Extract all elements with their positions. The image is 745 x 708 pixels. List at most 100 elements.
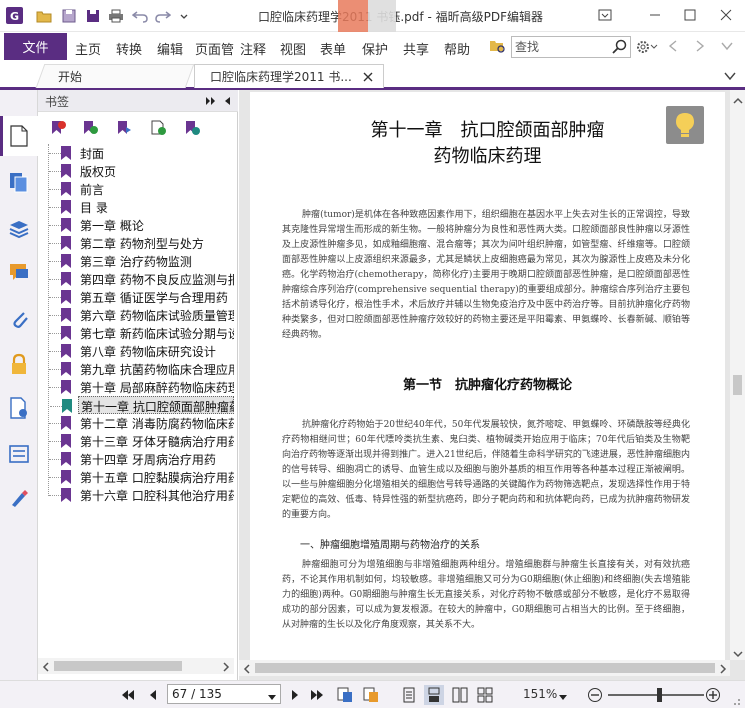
expand-bookmark-icon[interactable] xyxy=(116,120,132,136)
bookmark-item[interactable]: 第九章 抗菌药物临床合理应用 xyxy=(38,360,234,378)
expand-panel-icon[interactable] xyxy=(205,95,217,109)
insert-pages-icon[interactable] xyxy=(363,687,379,703)
tab-protect[interactable]: 保护 xyxy=(362,39,388,58)
doc-scroll-right-icon[interactable] xyxy=(719,663,727,677)
tab-view[interactable]: 视图 xyxy=(280,39,306,58)
minimize-button[interactable] xyxy=(644,4,666,26)
scroll-down-icon[interactable] xyxy=(733,647,743,661)
add-bookmark-icon[interactable] xyxy=(82,120,98,136)
pages-panel-icon[interactable] xyxy=(7,170,31,194)
tab-edit[interactable]: 编辑 xyxy=(157,39,183,58)
document-horizontal-scrollbar[interactable] xyxy=(239,660,730,676)
fields-panel-icon[interactable] xyxy=(7,442,31,466)
bookmark-horizontal-scrollbar[interactable] xyxy=(38,658,234,674)
comments-panel-icon[interactable] xyxy=(7,260,31,284)
layers-panel-icon[interactable] xyxy=(7,216,31,240)
bookmark-item[interactable]: 第十五章 口腔黏膜病治疗用药 xyxy=(38,468,234,486)
zoom-slider-handle[interactable] xyxy=(657,688,662,702)
bookmark-item[interactable]: 封面 xyxy=(38,144,234,162)
customize-chevron-down-icon[interactable] xyxy=(175,7,192,24)
zoom-out-icon[interactable] xyxy=(587,687,603,703)
content-search-icon[interactable] xyxy=(7,396,31,420)
previous-page-icon[interactable] xyxy=(145,687,161,703)
file-menu-button[interactable]: 文件 xyxy=(4,33,67,60)
tab-list-chevron-down-icon[interactable] xyxy=(724,70,736,84)
save-icon[interactable] xyxy=(60,7,77,24)
app-logo-icon[interactable]: G xyxy=(6,7,23,24)
attachments-paperclip-icon[interactable] xyxy=(7,306,31,330)
continuous-facing-view-icon[interactable] xyxy=(477,687,493,703)
bookmark-item[interactable]: 第十一章 抗口腔颌面部肿瘤药物 xyxy=(50,396,234,414)
scroll-right-icon[interactable] xyxy=(222,661,230,675)
delete-bookmark-icon[interactable] xyxy=(50,120,66,136)
extract-pages-icon[interactable] xyxy=(337,687,353,703)
facing-view-icon[interactable] xyxy=(452,687,468,703)
bookmark-item[interactable]: 版权页 xyxy=(38,162,234,180)
continuous-view-icon[interactable] xyxy=(424,685,444,705)
document-vertical-scrollbar[interactable] xyxy=(730,90,745,660)
search-icon[interactable] xyxy=(612,39,627,57)
tab-document-label[interactable]: 口腔临床药理学2011 书... xyxy=(210,68,352,90)
bookmark-item[interactable]: 第十二章 消毒防腐药物临床药理 xyxy=(38,414,234,432)
tab-start[interactable]: 开始 xyxy=(58,68,82,90)
bookmark-item[interactable]: 前言 xyxy=(38,180,234,198)
scroll-left-icon[interactable] xyxy=(42,661,50,675)
redo-icon[interactable] xyxy=(154,7,171,24)
scroll-up-icon[interactable] xyxy=(733,94,743,108)
zoom-in-icon[interactable] xyxy=(705,687,721,703)
folder-search-icon[interactable] xyxy=(489,38,507,54)
lightbulb-icon[interactable] xyxy=(666,106,704,144)
document-view[interactable]: 第十一章 抗口腔颌面部肿瘤 药物临床药理 肿瘤(tumor)是机体在各种致癌因素… xyxy=(239,90,745,680)
zoom-dropdown-icon[interactable] xyxy=(559,690,567,704)
next-arrow-icon[interactable] xyxy=(695,40,705,55)
save-as-icon[interactable] xyxy=(84,7,101,24)
document-scroll-thumb[interactable] xyxy=(733,375,742,395)
collapse-panel-icon[interactable] xyxy=(223,95,231,109)
previous-arrow-icon[interactable] xyxy=(668,40,678,55)
bookmark-item[interactable]: 第三章 治疗药物监测 xyxy=(38,252,234,270)
doc-hscroll-thumb[interactable] xyxy=(255,663,715,673)
search-input[interactable] xyxy=(512,37,608,57)
restore-ribbon-icon[interactable] xyxy=(594,4,616,26)
bookmark-item[interactable]: 第二章 药物剂型与处方 xyxy=(38,234,234,252)
tab-convert[interactable]: 转换 xyxy=(116,39,142,58)
open-folder-icon[interactable] xyxy=(35,7,52,24)
tab-form[interactable]: 表单 xyxy=(320,39,346,58)
single-page-view-icon[interactable] xyxy=(401,687,417,703)
doc-scroll-left-icon[interactable] xyxy=(243,663,251,677)
close-button[interactable] xyxy=(715,4,737,26)
bookmark-item[interactable]: 第七章 新药临床试验分期与设计 xyxy=(38,324,234,342)
bookmark-item[interactable]: 第一章 概论 xyxy=(38,216,234,234)
bookmark-item[interactable]: 第十三章 牙体牙髓病治疗用药 xyxy=(38,432,234,450)
tab-home[interactable]: 主页 xyxy=(75,39,101,58)
bookmark-panel-icon[interactable] xyxy=(7,124,31,148)
bookmark-item[interactable]: 目 录 xyxy=(38,198,234,216)
bookmark-scroll-thumb[interactable] xyxy=(54,661,182,671)
bookmark-item[interactable]: 第十四章 牙周病治疗用药 xyxy=(38,450,234,468)
bookmark-item[interactable]: 第六章 药物临床试验质量管理规范 xyxy=(38,306,234,324)
close-tab-icon[interactable] xyxy=(363,71,373,85)
page-number-field[interactable]: 67 / 135 xyxy=(167,684,281,704)
maximize-button[interactable] xyxy=(679,4,701,26)
print-icon[interactable] xyxy=(107,7,124,24)
bookmark-item[interactable]: 第十六章 口腔科其他治疗用药 xyxy=(38,486,234,504)
page-dropdown-icon[interactable] xyxy=(268,690,276,704)
security-lock-icon[interactable] xyxy=(7,352,31,376)
tab-comment[interactable]: 注释 xyxy=(240,39,266,58)
bookmark-item[interactable]: 第十章 局部麻醉药物临床药理 xyxy=(38,378,234,396)
tab-share[interactable]: 共享 xyxy=(403,39,429,58)
first-page-icon[interactable] xyxy=(120,687,136,703)
undo-icon[interactable] xyxy=(131,7,148,24)
zoom-level[interactable]: 151% xyxy=(523,687,557,701)
last-page-icon[interactable] xyxy=(309,687,325,703)
collapse-chevron-down-icon[interactable] xyxy=(720,40,734,55)
bookmark-item[interactable]: 第五章 循证医学与合理用药 xyxy=(38,288,234,306)
zoom-slider-track[interactable] xyxy=(608,694,704,696)
tab-help[interactable]: 帮助 xyxy=(444,39,470,58)
bookmark-item[interactable]: 第八章 药物临床研究设计 xyxy=(38,342,234,360)
bookmark-options-icon[interactable] xyxy=(184,120,200,136)
next-page-icon[interactable] xyxy=(287,687,303,703)
signatures-pen-icon[interactable] xyxy=(7,486,31,510)
tab-page-manage[interactable]: 页面管 xyxy=(195,39,235,58)
bookmark-item[interactable]: 第四章 药物不良反应监测与报告 xyxy=(38,270,234,288)
